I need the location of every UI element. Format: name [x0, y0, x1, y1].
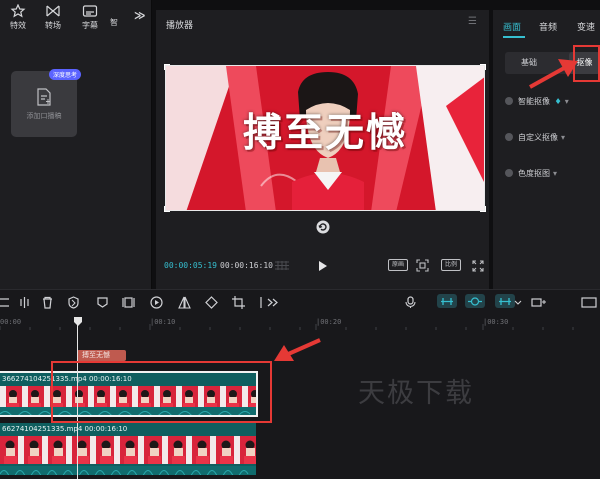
- chroma-key-label: 色度抠图: [518, 169, 550, 178]
- effects-icon: [10, 4, 26, 18]
- add-script-label: 添加口播稿: [26, 112, 62, 120]
- tab-audio[interactable]: 音频: [539, 20, 557, 33]
- subtitle-icon: [82, 5, 98, 17]
- more-tabs-icon[interactable]: ≫: [134, 9, 146, 22]
- player-title: 播放器: [166, 21, 194, 31]
- split-icon[interactable]: [18, 296, 31, 309]
- video-track[interactable]: 66274104251335.mp4 00:00:16:10: [0, 423, 256, 475]
- document-icon: [37, 88, 51, 106]
- rotate-tool-icon[interactable]: [205, 296, 218, 309]
- tab-subtitle[interactable]: 字幕: [72, 4, 108, 31]
- deep-think-badge: 深度思考: [49, 69, 82, 80]
- menu-icon[interactable]: ☰: [468, 16, 477, 27]
- mirror-icon[interactable]: [178, 296, 191, 309]
- tab-effects-label: 特效: [10, 21, 26, 30]
- player-panel: 播放器 ☰ 搏至无憾 00:00:05:19 00:00:16:10 原画 比例: [156, 10, 489, 289]
- clip-thumbnails: [0, 436, 256, 464]
- smart-cutout-checkbox[interactable]: [505, 97, 513, 105]
- tab-effects[interactable]: 特效: [0, 4, 36, 31]
- shield-icon[interactable]: [67, 296, 80, 309]
- original-quality-button[interactable]: 原画: [388, 259, 408, 271]
- annotation-highlight-box: [51, 361, 272, 423]
- crop-icon[interactable]: [232, 296, 245, 309]
- focus-icon[interactable]: [416, 259, 429, 272]
- tab-transition-label: 转场: [45, 21, 61, 30]
- more-tools-icon[interactable]: [260, 296, 280, 309]
- audio-waveform: [0, 466, 256, 475]
- video-subtitle: 搏至无憾: [242, 111, 407, 156]
- crop-corner-bl[interactable]: [164, 206, 170, 212]
- media-panel: 特效 转场 字幕 智 ≫ 深度思考 添加口播稿: [0, 0, 152, 289]
- text-clip[interactable]: 搏至无憾: [77, 350, 126, 361]
- play-icon[interactable]: [317, 260, 328, 272]
- crop-corner-tl[interactable]: [164, 64, 170, 70]
- time-ruler[interactable]: [0, 316, 600, 330]
- rotate-icon[interactable]: [316, 220, 330, 234]
- link-icon: [499, 298, 511, 305]
- annotation-arrow-icon: [274, 338, 321, 361]
- crop-corner-tr[interactable]: [480, 64, 486, 70]
- current-time: 00:00:05:19: [164, 261, 217, 270]
- delete-icon[interactable]: [41, 296, 54, 309]
- ruler-label-30: |00:30: [483, 318, 509, 326]
- active-tab-indicator: [503, 36, 525, 38]
- ruler-label-20: |00:20: [316, 318, 342, 326]
- tab-speed[interactable]: 变速: [577, 20, 595, 33]
- annotation-arrow-icon: [529, 59, 578, 89]
- select-tool-icon[interactable]: [0, 296, 9, 309]
- tab-picture[interactable]: 画面: [503, 20, 521, 33]
- screen-icon[interactable]: [581, 296, 597, 309]
- smart-cutout-option[interactable]: 智能抠像 ♦ ▾: [505, 96, 569, 107]
- microphone-icon[interactable]: [404, 296, 417, 309]
- fullscreen-icon[interactable]: [472, 260, 484, 272]
- magnet-icon: [441, 298, 453, 305]
- reverse-play-icon[interactable]: [150, 296, 163, 309]
- diamond-icon: ♦: [554, 97, 562, 106]
- tab-smart-label: 智: [110, 18, 118, 27]
- ruler-label-10: |00:10: [150, 318, 176, 326]
- freeze-icon[interactable]: [122, 296, 135, 309]
- custom-cutout-label: 自定义抠像: [518, 133, 558, 142]
- chevron-down-icon[interactable]: ▾: [553, 169, 557, 178]
- tab-subtitle-label: 字幕: [82, 21, 98, 30]
- watermark: 天极下载: [358, 378, 474, 409]
- marker-icon[interactable]: [96, 296, 109, 309]
- ruler-label-0: 00:00: [0, 318, 22, 326]
- video-preview[interactable]: 搏至无憾: [165, 65, 485, 211]
- timecode-grid-icon[interactable]: [274, 260, 290, 271]
- clip-label: 66274104251335.mp4 00:00:16:10: [2, 425, 128, 433]
- custom-cutout-option[interactable]: 自定义抠像 ▾: [505, 132, 565, 143]
- aspect-ratio-button[interactable]: 比例: [441, 259, 461, 271]
- chevron-down-icon[interactable]: ▾: [565, 97, 569, 106]
- custom-cutout-checkbox[interactable]: [505, 133, 513, 141]
- snap-icon: [468, 297, 482, 306]
- crop-corner-br[interactable]: [480, 206, 486, 212]
- chevron-down-icon[interactable]: ▾: [561, 133, 565, 142]
- total-time: 00:00:16:10: [220, 261, 273, 270]
- chroma-key-checkbox[interactable]: [505, 169, 513, 177]
- preview-axis-icon[interactable]: [531, 296, 547, 309]
- playhead-handle[interactable]: [74, 317, 82, 326]
- smart-cutout-label: 智能抠像: [518, 97, 550, 106]
- add-script-card[interactable]: 深度思考 添加口播稿: [11, 69, 82, 137]
- chevron-down-icon[interactable]: [514, 296, 522, 309]
- transition-icon: [46, 5, 60, 17]
- tab-smart[interactable]: 智: [104, 17, 124, 28]
- tab-transition[interactable]: 转场: [35, 4, 71, 31]
- chroma-key-option[interactable]: 色度抠图 ▾: [505, 168, 557, 179]
